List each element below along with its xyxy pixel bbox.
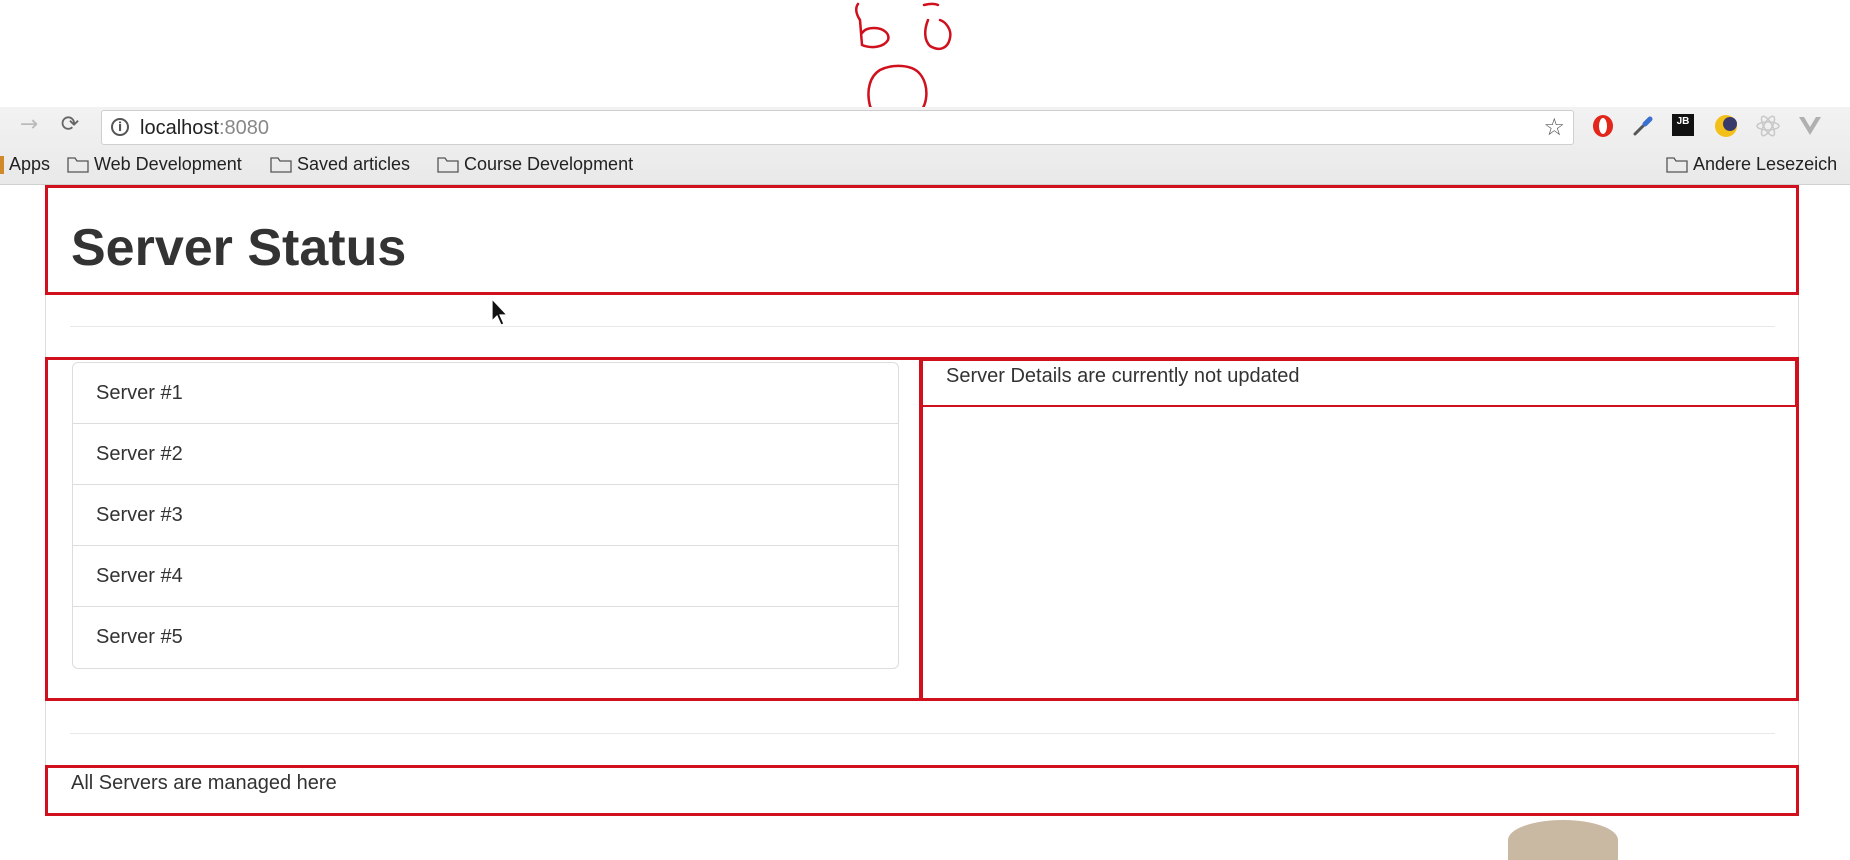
reload-icon[interactable]: ⟳ — [58, 113, 82, 137]
vue-devtools-extension-icon[interactable] — [1797, 113, 1823, 139]
bookmark-label: Andere Lesezeich — [1693, 154, 1838, 174]
list-item[interactable]: Server #4 — [73, 546, 898, 607]
url-port: :8080 — [218, 117, 269, 139]
moon-extension-icon[interactable] — [1713, 113, 1739, 139]
folder-icon — [437, 156, 459, 173]
bookmark-label: Saved articles — [297, 154, 411, 174]
bookmarks-bar: Apps Web Development Saved articles Cour… — [0, 147, 1850, 183]
folder-icon — [67, 156, 89, 173]
opera-extension-icon[interactable] — [1590, 113, 1616, 139]
jetbrains-extension-icon[interactable]: JB — [1672, 114, 1694, 136]
address-bar-row: → ⟳ i localhost:8080 ☆ JB — [0, 107, 1850, 145]
bookmark-label: Web Development — [94, 154, 242, 174]
list-item[interactable]: Server #3 — [73, 485, 898, 546]
avatar — [1508, 820, 1618, 860]
footer-text: All Servers are managed here — [71, 772, 337, 794]
list-item[interactable]: Server #5 — [73, 607, 898, 668]
page-title: Server Status — [71, 219, 407, 277]
url-text[interactable]: localhost:8080 — [140, 117, 269, 140]
apps-icon — [0, 155, 4, 174]
bookmark-web-development[interactable]: Web Development — [67, 154, 242, 175]
server-list: Server #1 Server #2 Server #3 Server #4 … — [72, 362, 899, 669]
divider — [70, 733, 1775, 734]
folder-icon — [270, 156, 292, 173]
list-item[interactable]: Server #2 — [73, 424, 898, 485]
server-details-text: Server Details are currently not updated — [946, 365, 1300, 387]
mouse-cursor-icon — [491, 297, 509, 326]
react-devtools-extension-icon[interactable] — [1755, 113, 1781, 139]
browser-chrome: → ⟳ i localhost:8080 ☆ JB Apps Web Devel… — [0, 107, 1850, 185]
forward-icon[interactable]: → — [17, 113, 41, 137]
divider — [70, 326, 1775, 327]
info-icon[interactable]: i — [111, 118, 129, 136]
eyedropper-extension-icon[interactable] — [1630, 113, 1656, 139]
jetbrains-badge-label: JB — [1676, 116, 1690, 127]
bookmark-course-development[interactable]: Course Development — [437, 154, 633, 175]
bookmark-other[interactable]: Andere Lesezeich — [1666, 154, 1837, 175]
bookmark-label: Course Development — [464, 154, 634, 174]
address-bar[interactable]: i localhost:8080 ☆ — [101, 110, 1574, 145]
bookmark-star-icon[interactable]: ☆ — [1543, 113, 1565, 141]
url-host: localhost — [140, 117, 219, 139]
folder-icon — [1666, 156, 1688, 173]
list-item[interactable]: Server #1 — [73, 363, 898, 424]
details-column-highlight — [920, 357, 1799, 701]
bookmark-saved-articles[interactable]: Saved articles — [270, 154, 410, 175]
bookmark-label: Apps — [9, 154, 51, 174]
bookmark-apps[interactable]: Apps — [0, 154, 50, 175]
